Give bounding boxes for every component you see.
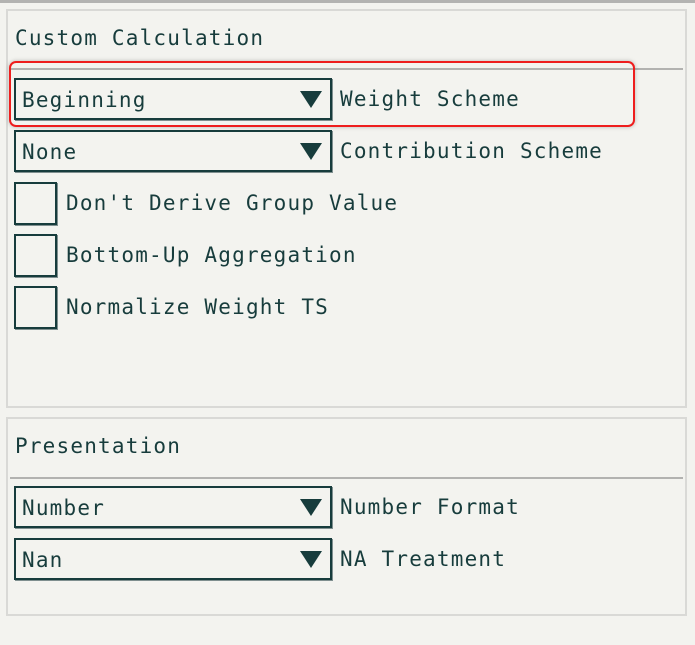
caret-down-icon — [300, 499, 322, 516]
weight-scheme-value: Beginning — [22, 88, 147, 112]
bottom-up-aggregation-row: Bottom-Up Aggregation — [14, 233, 357, 277]
normalize-weight-ts-label: Normalize Weight TS — [66, 295, 330, 319]
dont-derive-group-value-label: Don't Derive Group Value — [66, 191, 399, 215]
bottom-up-aggregation-label: Bottom-Up Aggregation — [66, 243, 357, 267]
caret-down-icon — [300, 143, 322, 160]
number-format-value: Number — [22, 496, 106, 520]
normalize-weight-ts-checkbox[interactable] — [14, 285, 57, 329]
number-format-dropdown[interactable]: Number — [14, 486, 332, 528]
dont-derive-group-value-checkbox[interactable] — [14, 181, 57, 225]
dont-derive-group-value-row: Don't Derive Group Value — [14, 181, 399, 225]
na-treatment-label: NA Treatment — [340, 547, 507, 571]
number-format-label: Number Format — [340, 495, 520, 519]
weight-scheme-label: Weight Scheme — [340, 87, 520, 111]
na-treatment-dropdown[interactable]: Nan — [14, 538, 332, 580]
normalize-weight-ts-row: Normalize Weight TS — [14, 285, 330, 329]
weight-scheme-row: Beginning Weight Scheme — [14, 78, 520, 120]
caret-down-icon — [300, 551, 322, 568]
section-divider — [10, 68, 683, 70]
section-title-custom-calculation: Custom Calculation — [15, 26, 265, 50]
custom-calculation-panel: Custom Calculation Beginning Weight Sche… — [6, 9, 687, 408]
na-treatment-value: Nan — [22, 548, 64, 572]
number-format-row: Number Number Format — [14, 486, 520, 528]
caret-down-icon — [300, 91, 322, 108]
contribution-scheme-label: Contribution Scheme — [340, 139, 604, 163]
section-divider — [10, 477, 683, 479]
weight-scheme-dropdown[interactable]: Beginning — [14, 78, 332, 120]
top-divider — [0, 0, 695, 3]
presentation-panel: Presentation Number Number Format Nan NA… — [6, 417, 687, 616]
contribution-scheme-row: None Contribution Scheme — [14, 130, 603, 172]
contribution-scheme-value: None — [22, 140, 78, 164]
na-treatment-row: Nan NA Treatment — [14, 538, 506, 580]
bottom-up-aggregation-checkbox[interactable] — [14, 233, 57, 277]
contribution-scheme-dropdown[interactable]: None — [14, 130, 332, 172]
section-title-presentation: Presentation — [15, 434, 182, 458]
